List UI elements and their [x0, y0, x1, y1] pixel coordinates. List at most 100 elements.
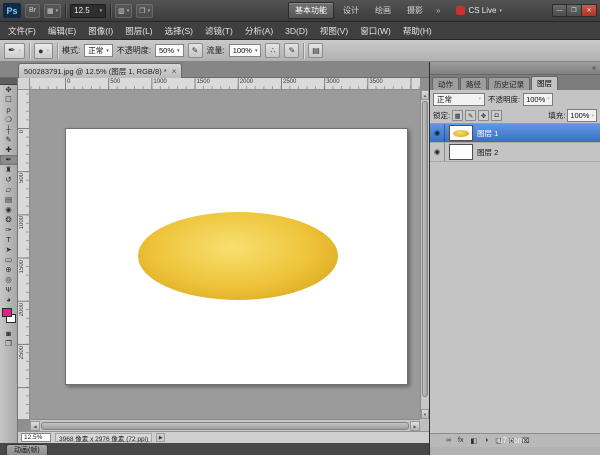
move-tool[interactable]: ✥	[0, 85, 18, 95]
scroll-left-icon[interactable]: ◀	[30, 421, 40, 431]
quick-selection-tool[interactable]: ❍	[0, 115, 18, 125]
document-tab[interactable]: 500283791.jpg @ 12.5% (图层 1, RGB/8) * ×	[18, 63, 183, 78]
lock-transparency-icon[interactable]: ▦	[452, 110, 464, 121]
type-tool[interactable]: T	[0, 235, 18, 245]
add-layer-mask-icon[interactable]: ◧	[470, 437, 477, 445]
screen-mode-button[interactable]: ❐	[0, 339, 18, 349]
layer-row[interactable]: ◉ 图层 1	[430, 124, 600, 143]
path-selection-tool[interactable]: ➤	[0, 245, 18, 255]
view-extras-icon[interactable]: ▦ ▾	[44, 3, 62, 18]
3d-object-rotate-tool[interactable]: ⊕	[0, 265, 18, 275]
animation-panel-tab[interactable]: 动画(帧)	[6, 444, 48, 455]
ruler-corner[interactable]	[18, 78, 30, 90]
workspace-design[interactable]: 设计	[336, 2, 366, 19]
tablet-pressure-size-icon[interactable]: ✎	[284, 43, 300, 58]
panel-tab-layers[interactable]: 图层	[531, 76, 558, 90]
visibility-toggle[interactable]: ◉	[430, 143, 445, 161]
vertical-scrollbar[interactable]: ▲ ▼	[420, 90, 429, 419]
panel-tab-paths[interactable]: 路径	[460, 77, 487, 90]
new-adjustment-layer-icon[interactable]: ◑	[484, 437, 488, 444]
panel-tab-history[interactable]: 历史记录	[488, 77, 530, 90]
menu-item-select[interactable]: 选择(S)	[159, 23, 199, 39]
maximize-button[interactable]: ❐	[567, 4, 582, 17]
3d-camera-rotate-tool[interactable]: ◎	[0, 275, 18, 285]
menu-item-image[interactable]: 图像(I)	[82, 23, 119, 39]
rectangle-shape-tool[interactable]: ▭	[0, 255, 18, 265]
layer-thumbnail[interactable]	[449, 125, 473, 141]
quick-mask-button[interactable]: ◙	[0, 329, 18, 339]
blend-mode-select[interactable]: 正常 ▾	[84, 44, 113, 57]
launch-bridge-icon[interactable]: Br	[25, 3, 40, 18]
zoom-tool[interactable]: ◕	[0, 295, 18, 305]
scroll-right-icon[interactable]: ▶	[410, 421, 420, 431]
scroll-up-icon[interactable]: ▲	[421, 90, 429, 100]
foreground-color-swatch[interactable]	[1, 308, 12, 317]
screen-mode-icon[interactable]: ❐ ▾	[136, 3, 154, 18]
horizontal-scroll-thumb[interactable]	[41, 422, 409, 430]
canvas-viewport[interactable]	[30, 90, 420, 419]
minimize-button[interactable]: —	[552, 4, 567, 17]
workspace-painting[interactable]: 绘画	[368, 2, 398, 19]
tablet-pressure-opacity-icon[interactable]: ✎	[187, 43, 203, 58]
statusbar-zoom-field[interactable]: 12.5%	[21, 433, 51, 442]
horizontal-scrollbar[interactable]: ◀ ▶	[30, 419, 420, 431]
link-layers-icon[interactable]: ∞	[446, 437, 451, 444]
eyedropper-tool[interactable]: ✎	[0, 135, 18, 145]
layer-opacity-field[interactable]: 100% ▾	[523, 92, 553, 106]
menu-item-edit[interactable]: 编辑(E)	[42, 23, 82, 39]
menu-item-analysis[interactable]: 分析(A)	[239, 23, 279, 39]
lock-pixels-icon[interactable]: ✎	[465, 110, 477, 121]
toggle-brush-panel-icon[interactable]: ▤	[308, 43, 324, 58]
history-brush-tool[interactable]: ↺	[0, 175, 18, 185]
menu-item-file[interactable]: 文件(F)	[2, 23, 42, 39]
dodge-tool[interactable]: ❂	[0, 215, 18, 225]
lock-all-icon[interactable]: ◘	[491, 110, 503, 121]
collapse-dock-icon[interactable]: «	[592, 65, 596, 72]
workspace-photography[interactable]: 摄影	[400, 2, 430, 19]
menu-item-view[interactable]: 视图(V)	[314, 23, 354, 39]
panel-tab-actions[interactable]: 动作	[432, 77, 459, 90]
document-page[interactable]	[65, 128, 408, 385]
lock-position-icon[interactable]: ✥	[478, 110, 490, 121]
brush-tool[interactable]: ✒	[0, 155, 18, 165]
layer-thumbnail[interactable]	[449, 144, 473, 160]
vertical-ruler[interactable]: 0 500 1000 1500 2000 2500	[18, 90, 30, 419]
rectangular-marquee-tool[interactable]: ☐	[0, 95, 18, 105]
layer-blend-mode-select[interactable]: 正常 ▾	[433, 92, 485, 106]
zoom-level-control[interactable]: 12.5 ▾	[70, 3, 107, 18]
tool-preset-picker[interactable]: ✒ ▾	[4, 42, 26, 59]
tab-close-icon[interactable]: ×	[172, 67, 177, 76]
horizontal-ruler[interactable]: 0 500 1000 1500 2000 2500 3000 3500	[30, 78, 420, 90]
layer-fill-field[interactable]: 100% ▾	[567, 109, 597, 122]
close-button[interactable]: ✕	[582, 4, 597, 17]
lasso-tool[interactable]: ρ	[0, 105, 18, 115]
menu-item-layer[interactable]: 图层(L)	[119, 23, 158, 39]
airbrush-toggle-icon[interactable]: ∴	[265, 43, 281, 58]
scroll-down-icon[interactable]: ▼	[421, 409, 429, 419]
menu-item-window[interactable]: 窗口(W)	[354, 23, 397, 39]
menu-item-filter[interactable]: 滤镜(T)	[199, 23, 239, 39]
workspace-essentials[interactable]: 基本功能	[288, 2, 335, 19]
visibility-toggle[interactable]: ◉	[430, 124, 445, 142]
opacity-field[interactable]: 50% ▾	[155, 44, 184, 57]
clone-stamp-tool[interactable]: ♜	[0, 165, 18, 175]
gradient-tool[interactable]: ▤	[0, 195, 18, 205]
arrange-documents-icon[interactable]: ▥ ▾	[115, 3, 133, 18]
brush-preset-picker[interactable]: ● ▾	[34, 42, 54, 59]
status-menu-arrow-icon[interactable]: ▶	[156, 433, 166, 442]
menu-item-3d[interactable]: 3D(D)	[279, 24, 314, 38]
workspace-overflow-chevron[interactable]: »	[436, 6, 440, 15]
flow-field[interactable]: 100% ▾	[228, 44, 262, 57]
hand-tool[interactable]: Ψ	[0, 285, 18, 295]
cs-live-button[interactable]: CS Live ▾	[456, 6, 502, 15]
spot-healing-brush-tool[interactable]: ✚	[0, 145, 18, 155]
crop-tool[interactable]: ┼	[0, 125, 18, 135]
layer-style-icon[interactable]: fx	[458, 437, 463, 444]
pen-tool[interactable]: ✑	[0, 225, 18, 235]
layer-row[interactable]: ◉ 图层 2	[430, 143, 600, 162]
menu-item-help[interactable]: 帮助(H)	[397, 23, 438, 39]
tools-panel-header[interactable]	[0, 78, 17, 85]
eraser-tool[interactable]: ▱	[0, 185, 18, 195]
blur-tool[interactable]: ◉	[0, 205, 18, 215]
vertical-scroll-thumb[interactable]	[422, 101, 428, 397]
